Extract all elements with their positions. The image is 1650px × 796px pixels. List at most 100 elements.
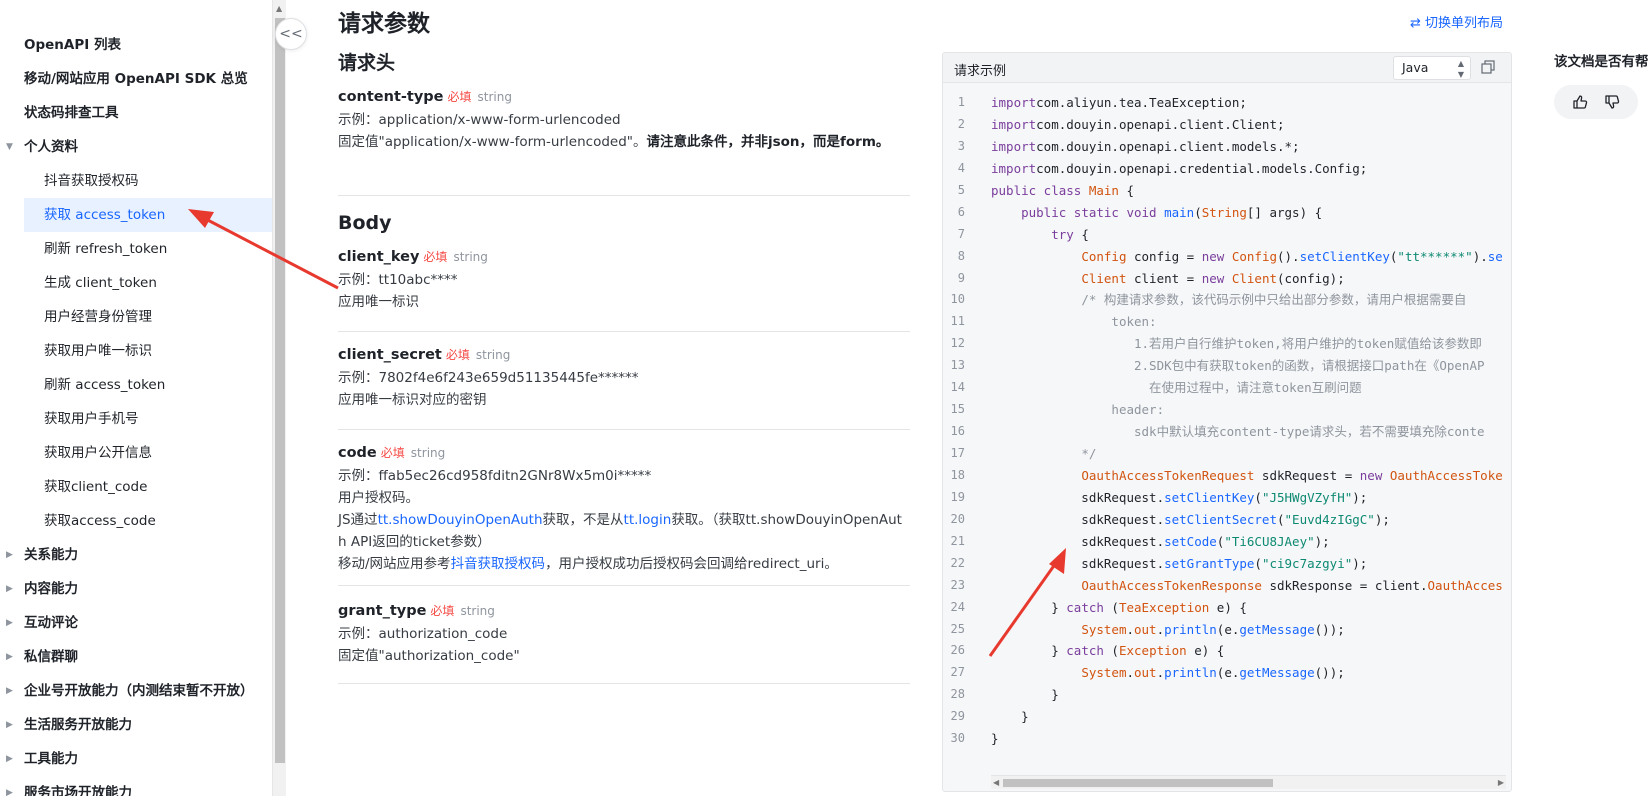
sidebar-item-15[interactable]: ▶ 关系能力 — [0, 538, 272, 572]
code-token: ( — [1194, 204, 1202, 220]
sidebar-item-label: 服务市场开放能力 — [24, 785, 132, 796]
code-horizontal-scrollbar[interactable]: ◀ ▶ — [991, 775, 1506, 789]
thumbs-up-icon[interactable] — [1572, 94, 1588, 110]
sidebar-item-18[interactable]: ▶ 私信群聊 — [0, 640, 272, 674]
sidebar-item-4[interactable]: 抖音获取授权码 — [0, 164, 272, 198]
sidebar-item-13[interactable]: 获取client_code — [0, 470, 272, 504]
sidebar-item-1[interactable]: 移动/网站应用 OpenAPI SDK 总览 — [0, 62, 272, 96]
switch-layout-link[interactable]: ⇄ 切换单列布局 — [1410, 12, 1503, 31]
code-token: TeaException — [1118, 599, 1210, 615]
code-token: . — [1126, 665, 1134, 681]
collapse-sidebar-button[interactable]: << — [275, 18, 307, 50]
code-token: new — [1201, 248, 1232, 264]
link-showdouyinopenauth[interactable]: tt.showDouyinOpenAuth — [378, 512, 543, 528]
caret-right-icon[interactable]: ▶ — [6, 742, 13, 776]
code-token: (). — [1277, 248, 1300, 264]
param-type: string — [475, 348, 511, 362]
code-text: System.out.println(e.getMessage()); — [991, 619, 1344, 641]
code-line: 4 importcom.douyin.openapi.credential.mod… — [943, 158, 1511, 180]
code-token: (e. — [1216, 665, 1240, 681]
caret-right-icon[interactable]: ▶ — [6, 708, 13, 742]
sidebar-item-14[interactable]: 获取access_code — [0, 504, 272, 538]
feedback-title: 该文档是否有帮 — [1554, 54, 1649, 70]
caret-right-icon[interactable]: ▶ — [6, 606, 13, 640]
caret-right-icon[interactable]: ▶ — [6, 572, 13, 606]
sidebar-item-21[interactable]: ▶ 工具能力 — [0, 742, 272, 776]
code-token: token: — [1111, 314, 1157, 330]
link-tt-login[interactable]: tt.login — [624, 512, 672, 528]
caret-down-icon[interactable]: ▼ — [6, 130, 13, 164]
line-number: 23 — [950, 577, 965, 592]
code-text: public class Main { — [991, 180, 1134, 202]
code-block: 1 importcom.aliyun.tea.TeaException; 2 impo… — [943, 92, 1511, 756]
code-token: System — [1081, 665, 1127, 681]
code-token: import — [991, 138, 1037, 154]
sidebar-item-7[interactable]: 生成 client_token — [0, 266, 272, 300]
sidebar-item-19[interactable]: ▶ 企业号开放能力（内测结束暂不开放） — [0, 674, 272, 708]
sidebar-item-9[interactable]: 获取用户唯一标识 — [0, 334, 272, 368]
code-token: setClientSecret — [1164, 511, 1277, 527]
desc-text: 获取，不是从 — [542, 512, 624, 528]
sidebar-scroll-thumb[interactable] — [275, 18, 285, 763]
line-number: 2 — [957, 116, 965, 131]
code-token: setClientKey — [1299, 248, 1390, 264]
scroll-up-arrow-icon[interactable]: ▲ — [276, 4, 282, 13]
thumbs-down-icon[interactable] — [1604, 94, 1620, 110]
code-line: 18 OauthAccessTokenRequest sdkRequest = … — [943, 465, 1511, 487]
code-token: [] args) { — [1246, 204, 1323, 220]
param-description: 用户授权码。 — [338, 490, 419, 506]
code-token: com.douyin.openapi.client.Client; — [1036, 116, 1285, 132]
sidebar-item-3[interactable]: ▼ 个人资料 — [0, 130, 272, 164]
copy-icon[interactable] — [1481, 60, 1495, 74]
line-number: 6 — [957, 204, 965, 219]
param-grant-type: grant_type 必填 string 示例：authorization_code… — [338, 586, 910, 684]
sidebar-item-6[interactable]: 刷新 refresh_token — [0, 232, 272, 266]
caret-right-icon[interactable]: ▶ — [6, 538, 13, 572]
code-token: ( — [1254, 489, 1262, 505]
sidebar-item-20[interactable]: ▶ 生活服务开放能力 — [0, 708, 272, 742]
param-code: code 必填 string 示例：ffab5ec26cd958fditn2GNr8… — [338, 430, 910, 586]
caret-right-icon[interactable]: ▶ — [6, 674, 13, 708]
code-token: ( — [1254, 555, 1262, 571]
sidebar-item-0[interactable]: OpenAPI 列表 — [0, 28, 272, 62]
sidebar-item-12[interactable]: 获取用户公开信息 — [0, 436, 272, 470]
code-line: 20 sdkRequest.setClientSecret("Euvd4zIGg… — [943, 509, 1511, 531]
code-text: try { — [991, 224, 1089, 246]
line-number: 27 — [950, 665, 965, 680]
sidebar-item-11[interactable]: 获取用户手机号 — [0, 402, 272, 436]
param-example: 示例：authorization_code — [338, 626, 508, 642]
line-number: 19 — [950, 489, 965, 504]
code-token: "Ti6CU8JAey" — [1224, 533, 1315, 549]
code-token: ); — [1314, 533, 1330, 549]
code-token: "J5HWgVZyfH" — [1261, 489, 1353, 505]
code-token: com.douyin.openapi.client.models.*; — [1036, 138, 1300, 154]
code-token: getMessage — [1239, 621, 1315, 637]
language-select[interactable]: Java ▲ ▼ — [1393, 56, 1471, 80]
code-text: sdkRequest.setGrantType("ci9c7azgyi"); — [991, 553, 1367, 575]
code-line: 12 1.若用户自行维护token,将用户维护的token赋值给该参数即 — [943, 333, 1511, 355]
sidebar-item-22[interactable]: ▶ 服务市场开放能力 — [0, 776, 272, 796]
sidebar-item-17[interactable]: ▶ 互动评论 — [0, 606, 272, 640]
sidebar-item-10[interactable]: 刷新 access_token — [0, 368, 272, 402]
caret-right-icon[interactable]: ▶ — [6, 640, 13, 674]
sidebar-item-8[interactable]: 用户经营身份管理 — [0, 300, 272, 334]
sidebar-item-5[interactable]: 获取 access_token — [24, 198, 272, 232]
sidebar-item-label: 刷新 refresh_token — [44, 241, 168, 257]
param-example: 示例：7802f4e6f243e659d51135445fe****** — [338, 370, 639, 386]
sidebar-item-2[interactable]: 状态码排查工具 — [0, 96, 272, 130]
link-auth-code-doc[interactable]: 抖音获取授权码 — [451, 556, 546, 572]
sidebar-item-16[interactable]: ▶ 内容能力 — [0, 572, 272, 606]
code-line: 11 token: — [943, 311, 1511, 333]
sidebar-scrollbar[interactable]: ▲ — [272, 0, 286, 796]
code-token: OauthAccessTokenResponse — [1081, 577, 1262, 593]
code-scroll-thumb[interactable] — [1003, 779, 1273, 787]
sidebar-item-label: 获取access_code — [44, 513, 156, 529]
scroll-left-arrow-icon[interactable]: ◀ — [993, 776, 999, 789]
caret-right-icon[interactable]: ▶ — [6, 776, 13, 796]
desc-text: ，用户授权成功后授权码会回调给redirect_uri。 — [545, 556, 838, 572]
scroll-right-arrow-icon[interactable]: ▶ — [1498, 776, 1504, 789]
